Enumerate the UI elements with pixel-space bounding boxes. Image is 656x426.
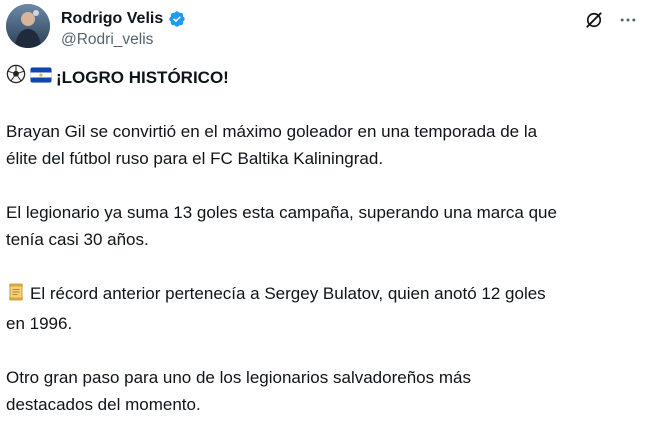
more-options-icon[interactable]	[618, 10, 638, 30]
tweet-actions	[584, 10, 638, 30]
tweet-card: Rodrigo Velis @Rodri_velis ¡LOGRO HISTÓR…	[0, 0, 656, 426]
paragraph-3-line-2: en 1996.	[6, 314, 73, 333]
author-handle[interactable]: @Rodri_velis	[61, 30, 153, 50]
paragraph-4-line-2: destacados del momento.	[6, 395, 201, 414]
paragraph-2-line-1: El legionario ya suma 13 goles esta camp…	[6, 203, 557, 222]
el-salvador-flag-icon	[30, 64, 52, 91]
paragraph-3: El récord anterior pertenecía a Sergey B…	[6, 280, 646, 337]
author-name-row: Rodrigo Velis	[61, 9, 186, 29]
scroll-icon	[6, 282, 26, 310]
avatar[interactable]	[6, 4, 50, 48]
paragraph-3-line-1: El récord anterior pertenecía a Sergey B…	[30, 284, 546, 303]
paragraph-2-line-2: tenía casi 30 años.	[6, 230, 149, 249]
paragraph-1: Brayan Gil se convirtió en el máximo gol…	[6, 118, 646, 172]
avatar-image	[6, 4, 50, 48]
soccer-ball-icon	[6, 64, 26, 92]
headline-text: ¡LOGRO HISTÓRICO!	[56, 68, 229, 87]
paragraph-1-line-2: élite del fútbol ruso para el FC Baltika…	[6, 149, 384, 168]
paragraph-1-line-1: Brayan Gil se convirtió en el máximo gol…	[6, 122, 538, 141]
grok-icon[interactable]	[584, 10, 604, 30]
author-display-name[interactable]: Rodrigo Velis	[61, 9, 163, 29]
paragraph-4: Otro gran paso para uno de los legionari…	[6, 364, 646, 418]
paragraph-4-line-1: Otro gran paso para uno de los legionari…	[6, 368, 471, 387]
tweet-body: ¡LOGRO HISTÓRICO! Brayan Gil se convirti…	[6, 64, 646, 418]
paragraph-2: El legionario ya suma 13 goles esta camp…	[6, 199, 646, 253]
post-headline: ¡LOGRO HISTÓRICO!	[6, 64, 646, 91]
verified-badge-icon[interactable]	[168, 10, 186, 28]
tweet-header: Rodrigo Velis @Rodri_velis	[6, 4, 650, 52]
